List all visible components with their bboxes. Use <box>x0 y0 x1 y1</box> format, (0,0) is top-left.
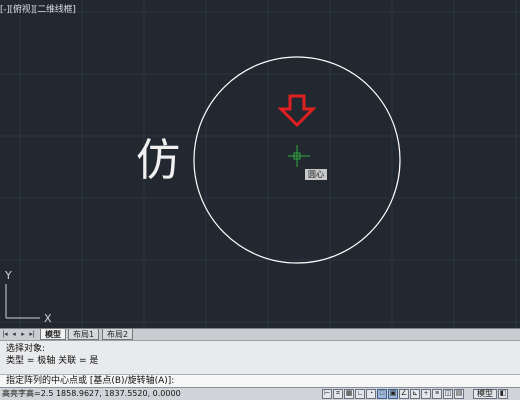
grid-icon[interactable]: ▦ <box>344 389 354 399</box>
drawing-canvas[interactable]: 仿 Y X <box>0 0 520 328</box>
dyn-icon[interactable]: + <box>421 389 431 399</box>
crosshair-cursor-icon <box>288 145 310 167</box>
command-history-line: 选择对象: <box>6 344 46 354</box>
infer-icon[interactable]: ⊢ <box>322 389 332 399</box>
side-text-character: 仿 <box>136 135 180 186</box>
layout-tab-bar: |◂ ◂ ▸ ▸| 模型 布局1 布局2 <box>0 328 520 340</box>
transparency-icon[interactable]: ◫ <box>443 389 453 399</box>
osnap-icon[interactable]: □ <box>377 389 387 399</box>
ucs-y-label: Y <box>4 269 12 282</box>
3dosnap-icon[interactable]: ▣ <box>388 389 398 399</box>
status-bar: 高亮字高=2.5 1858.9627, 1837.5520, 0.0000 ⊢ … <box>0 387 520 400</box>
prev-tab-icon[interactable]: ◂ <box>10 330 18 339</box>
osnap-tooltip: 圆心 <box>305 169 327 180</box>
grid-lines <box>0 0 520 328</box>
command-history-line: 类型 = 极轴 关联 = 是 <box>6 356 99 366</box>
drawing-viewport[interactable]: 仿 Y X [-][俯视][二维线框] 圆心 <box>0 0 520 328</box>
command-history: 选择对象: 类型 = 极轴 关联 = 是 <box>0 340 520 374</box>
autocad-window: 仿 Y X [-][俯视][二维线框] 圆心 |◂ ◂ ▸ ▸| 模型 布局1 … <box>0 0 520 400</box>
command-input[interactable]: 指定阵列的中心点或 [基点(B)/旋转轴(A)]: <box>0 374 520 387</box>
ucs-x-label: X <box>44 312 52 325</box>
tab-layout2[interactable]: 布局2 <box>102 329 134 340</box>
tab-layout1[interactable]: 布局1 <box>68 329 100 340</box>
tab-model[interactable]: 模型 <box>40 329 66 340</box>
lineweight-icon[interactable]: ≡ <box>432 389 442 399</box>
down-arrow-marker-icon <box>277 94 317 128</box>
last-tab-icon[interactable]: ▸| <box>28 330 36 339</box>
first-tab-icon[interactable]: |◂ <box>1 330 9 339</box>
next-tab-icon[interactable]: ▸ <box>19 330 27 339</box>
ortho-icon[interactable]: ∟ <box>355 389 365 399</box>
otrack-icon[interactable]: ∠ <box>399 389 409 399</box>
ucs-icon: Y X <box>4 269 52 325</box>
sc-icon[interactable]: ◧ <box>498 389 508 399</box>
polar-icon[interactable]: ◔ <box>366 389 376 399</box>
model-space-button[interactable]: 模型 <box>473 389 497 399</box>
coordinate-readout: 高亮字高=2.5 1858.9627, 1837.5520, 0.0000 <box>2 389 181 398</box>
viewport-controls-label[interactable]: [-][俯视][二维线框] <box>0 2 76 15</box>
qp-icon[interactable]: ▤ <box>454 389 464 399</box>
snap-icon[interactable]: ⌗ <box>333 389 343 399</box>
ducs-icon[interactable]: ⊾ <box>410 389 420 399</box>
